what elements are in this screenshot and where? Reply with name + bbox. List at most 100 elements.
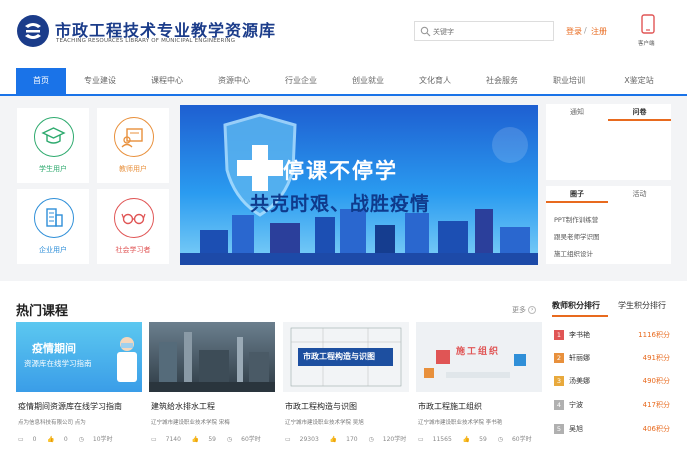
tab-student-ranking[interactable]: 学生积分排行 [618, 300, 666, 311]
views-icon: ▭ [285, 436, 291, 443]
list-item[interactable]: 跟吴老师学识图 [554, 231, 600, 241]
role-circle [114, 117, 154, 157]
course-thumbnail[interactable]: 市政工程构造与识图 [283, 322, 409, 392]
course-title[interactable]: 建筑给水排水工程 [151, 401, 215, 412]
register-link[interactable]: 注册 [591, 26, 607, 37]
ranking-row[interactable]: 5 吴旭 406积分 [552, 420, 672, 440]
course-thumbnail[interactable]: 疫情期间 资源库在线学习指南 [16, 322, 142, 392]
list-item[interactable]: 施工组织设计 [554, 248, 593, 258]
rank-score: 406积分 [642, 425, 670, 433]
tab-activity[interactable]: 活动 [608, 186, 671, 203]
more-label[interactable]: 更多 [512, 306, 526, 314]
rank-score: 491积分 [642, 354, 670, 362]
search-box[interactable] [414, 21, 554, 41]
nav-item-industry[interactable]: 行业企业 [276, 68, 326, 94]
role-label-teacher: 教师用户 [119, 165, 147, 173]
views-count: 29303 [299, 436, 319, 443]
search-icon[interactable] [420, 26, 431, 37]
ranking-row[interactable]: 4 宁波 417积分 [552, 396, 672, 416]
active-tab-indicator [552, 315, 608, 317]
mobile-phone-icon[interactable] [641, 14, 655, 34]
nav-item-training[interactable]: 职业培训 [544, 68, 594, 94]
glasses-icon [121, 213, 146, 225]
likes-count: 59 [208, 436, 216, 443]
course-title[interactable]: 市政工程施工组织 [418, 401, 482, 412]
banner-subheadline: 共克时艰、战胜疫情 [250, 193, 431, 215]
nav-item-major-construction[interactable]: 专业建设 [75, 68, 125, 94]
rank-number: 2 [554, 353, 564, 363]
views-count: 11565 [432, 436, 452, 443]
banner-carousel[interactable]: 停课不停学 共克时艰、战胜疫情 [180, 105, 538, 265]
clock-icon: ◷ [226, 436, 233, 443]
login-link[interactable]: 登录 [566, 26, 582, 37]
teacher-board-icon [121, 128, 143, 148]
course-title[interactable]: 疫情期间资源库在线学习指南 [18, 401, 122, 412]
views-count: 0 [32, 436, 37, 443]
clock-icon: ◷ [78, 436, 84, 443]
notice-survey-panel: 通知 问卷 [546, 104, 671, 180]
nav-item-social-service[interactable]: 社会服务 [477, 68, 527, 94]
banner-headline: 停课不停学 [283, 159, 398, 183]
course-school: 辽宁城市建设职业技术学院 李书艳 [418, 420, 503, 426]
clock-icon: ◷ [497, 436, 503, 443]
rank-score: 490积分 [642, 377, 670, 385]
ranking-row[interactable]: 1 李书艳 1116积分 [552, 326, 672, 346]
role-card-enterprise[interactable]: 企业用户 [17, 189, 89, 264]
role-card-social-learner[interactable]: 社会学习者 [97, 189, 169, 264]
role-circle [34, 117, 74, 157]
role-circle [34, 198, 74, 238]
search-input[interactable] [433, 24, 551, 39]
rank-name: 轩丽娜 [569, 354, 590, 362]
graduation-cap-icon [41, 127, 66, 144]
tab-notice[interactable]: 通知 [546, 104, 608, 121]
course-meta: ▭ 29303 👍 170 ◷ 120学时 [285, 434, 415, 443]
list-item[interactable]: PPT制作训练营 [554, 214, 598, 224]
course-thumbnail[interactable] [149, 322, 275, 392]
site-logo-icon[interactable] [16, 14, 50, 48]
course-thumbnail[interactable]: 施工组织 [416, 322, 542, 392]
nav-item-employment[interactable]: 创业就业 [343, 68, 393, 94]
hot-courses-title: 热门课程 [16, 304, 69, 319]
like-icon: 👍 [47, 436, 55, 443]
views-count: 7140 [165, 436, 181, 443]
site-subtitle: TEACHING RESOURCES LIBRARY OF MUNICIPAL … [56, 38, 236, 44]
tab-teacher-ranking[interactable]: 教师积分排行 [552, 300, 600, 311]
rank-name: 李书艳 [569, 331, 590, 339]
client-label[interactable]: 客户端 [638, 39, 655, 47]
course-title[interactable]: 市政工程构造与识图 [285, 401, 357, 412]
login-register-separator: / [584, 26, 587, 35]
course-card[interactable]: 施工组织 市政工程施工组织 辽宁城市建设职业技术学院 李书艳 ▭ 11565 👍 5… [416, 322, 542, 450]
ranking-row[interactable]: 2 轩丽娜 491积分 [552, 349, 672, 369]
likes-count: 0 [63, 436, 68, 443]
course-card[interactable]: 建筑给水排水工程 辽宁城市建设职业技术学院 宋梅 ▭ 7140 👍 59 ◷ 60学时 [149, 322, 275, 450]
likes-count: 59 [479, 436, 487, 443]
role-card-student[interactable]: 学生用户 [17, 108, 89, 183]
nav-item-x-station[interactable]: X鉴定站 [611, 68, 667, 94]
course-card[interactable]: 市政工程构造与识图 市政工程构造与识图 辽宁城市建设职业技术学院 吴旭 ▭ 293… [283, 322, 409, 450]
rank-name: 汤美娜 [569, 377, 590, 385]
likes-count: 170 [346, 436, 358, 443]
thumb-line1: 疫情期间 [32, 342, 76, 355]
more-link[interactable]: 更多 › [512, 305, 537, 315]
like-icon: 👍 [462, 436, 471, 443]
tab-circle[interactable]: 圈子 [546, 186, 608, 203]
role-label-student: 学生用户 [39, 165, 67, 173]
tab-survey[interactable]: 问卷 [608, 104, 671, 121]
rank-number: 4 [554, 400, 564, 410]
nav-item-culture[interactable]: 文化育人 [410, 68, 460, 94]
pump-room-image [149, 332, 275, 392]
nav-item-course-center[interactable]: 课程中心 [142, 68, 192, 94]
ranking-row[interactable]: 3 汤美娜 490积分 [552, 372, 672, 392]
construction-cubes-image [424, 350, 526, 378]
course-card[interactable]: 疫情期间 资源库在线学习指南 疫情期间资源库在线学习指南 点为信息科技有限公司 … [16, 322, 142, 450]
clock-icon: ◷ [368, 436, 374, 443]
role-card-teacher[interactable]: 教师用户 [97, 108, 169, 183]
thumb-title: 市政工程构造与识图 [303, 352, 375, 361]
course-school: 点为信息科技有限公司 点为 [18, 420, 86, 426]
course-school: 辽宁城市建设职业技术学院 吴旭 [285, 420, 364, 426]
nav-item-resource-center[interactable]: 资源中心 [209, 68, 259, 94]
main-navigation: 首页 专业建设 课程中心 资源中心 行业企业 创业就业 文化育人 社会服务 职业… [0, 68, 687, 96]
role-circle [114, 198, 154, 238]
nav-item-home[interactable]: 首页 [16, 68, 66, 94]
more-arrow-icon[interactable]: › [528, 306, 537, 314]
